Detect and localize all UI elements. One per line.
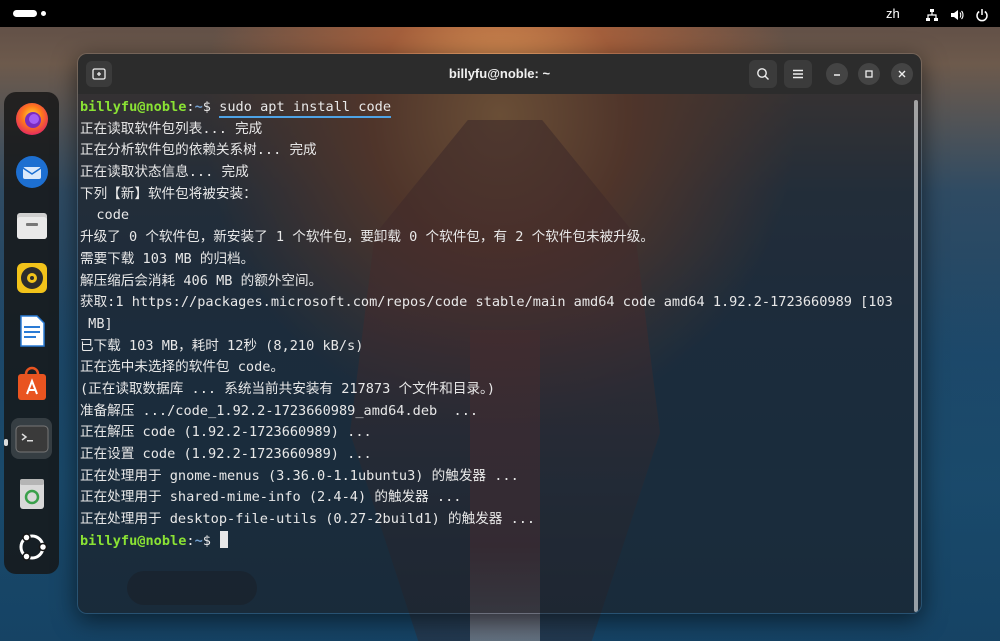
output-line: 正在分析软件包的依赖关系树... 完成	[80, 142, 317, 159]
output-line: 正在处理用于 shared-mime-info (2.4-4) 的触发器 ...	[80, 489, 462, 506]
top-bar: zh	[0, 0, 1000, 27]
prompt-symbol: $	[202, 99, 220, 115]
close-button[interactable]	[891, 63, 913, 85]
files-launcher[interactable]	[11, 204, 52, 245]
firefox-launcher[interactable]	[11, 98, 52, 139]
dock	[4, 92, 59, 574]
trash-icon	[19, 478, 44, 509]
thunderbird-launcher[interactable]	[11, 151, 52, 192]
writer-launcher[interactable]	[11, 310, 52, 351]
power-icon[interactable]	[975, 7, 989, 22]
writer-icon	[19, 314, 45, 347]
prompt-user: billyfu@noble	[80, 99, 187, 115]
ubuntu-icon	[19, 532, 47, 561]
maximize-button[interactable]	[858, 63, 880, 85]
maximize-icon	[865, 70, 873, 78]
output-line: 升级了 0 个软件包，新安装了 1 个软件包，要卸载 0 个软件包，有 2 个软…	[80, 229, 654, 246]
search-icon	[757, 68, 769, 80]
output-line: 解压缩后会消耗 406 MB 的额外空间。	[80, 272, 323, 289]
show-apps-button[interactable]	[11, 526, 52, 567]
typed-command: sudo apt install code	[219, 99, 392, 118]
output-line: (正在读取数据库 ... 系统当前共安装有 217873 个文件和目录。)	[80, 380, 496, 397]
output-line: 需要下载 103 MB 的归档。	[80, 250, 255, 267]
output-line: 正在读取状态信息... 完成	[80, 164, 249, 181]
output-line: 正在处理用于 gnome-menus (3.36.0-1.1ubuntu3) 的…	[80, 467, 519, 484]
prompt-separator: :	[186, 99, 195, 115]
output-line: 获取:1 https://packages.microsoft.com/repo…	[80, 294, 893, 311]
scrollbar[interactable]	[914, 100, 918, 612]
thunderbird-icon	[15, 155, 48, 188]
output-line: 正在处理用于 desktop-file-utils (0.27-2build1)…	[80, 511, 536, 528]
prompt-path: ~	[194, 99, 203, 115]
app-center-launcher[interactable]	[11, 363, 52, 404]
search-button[interactable]	[749, 60, 777, 88]
output-line: 下列【新】软件包将被安装：	[80, 185, 257, 202]
output-line: 正在读取软件包列表... 完成	[80, 120, 263, 137]
input-method-indicator[interactable]: zh	[886, 6, 900, 21]
terminal-window[interactable]: billyfu@noble: ~ billyfu@noble:~$ sudo a…	[77, 53, 922, 614]
firefox-icon	[15, 102, 48, 135]
rhythmbox-launcher[interactable]	[11, 257, 52, 298]
output-line: MB]	[80, 315, 113, 332]
prompt-path: ~	[194, 532, 203, 549]
minimize-icon	[834, 74, 840, 76]
output-line: 已下载 103 MB，耗时 12秒 (8,210 kB/s)	[80, 337, 364, 354]
workspace-indicator[interactable]	[41, 11, 46, 16]
network-icon[interactable]	[925, 7, 939, 21]
menu-button[interactable]	[784, 60, 812, 88]
output-line: 正在解压 code (1.92.2-1723660989) ...	[80, 424, 372, 441]
prompt-symbol: $	[202, 532, 220, 549]
files-icon	[16, 212, 47, 239]
volume-icon[interactable]	[950, 7, 964, 21]
hamburger-icon	[793, 69, 803, 79]
close-icon	[898, 70, 906, 78]
terminal-launcher[interactable]	[11, 418, 52, 459]
prompt-user: billyfu@noble	[80, 532, 187, 549]
prompt-separator: :	[186, 532, 195, 549]
app-center-icon	[17, 366, 46, 400]
terminal-output[interactable]: billyfu@noble:~$ sudo apt install code 正…	[78, 94, 921, 613]
prompt-line[interactable]: billyfu@noble:~$	[80, 530, 921, 553]
running-indicator	[4, 439, 8, 446]
activities-button[interactable]	[13, 10, 37, 17]
window-titlebar[interactable]: billyfu@noble: ~	[78, 54, 921, 94]
command-line: billyfu@noble:~$ sudo apt install code	[80, 97, 921, 119]
output-line: 准备解压 .../code_1.92.2-1723660989_amd64.de…	[80, 402, 479, 419]
output-line: code	[80, 207, 130, 224]
text-cursor	[220, 530, 229, 548]
output-line: 正在选中未选择的软件包 code。	[80, 359, 285, 376]
rhythmbox-icon	[16, 262, 47, 293]
terminal-icon	[15, 425, 48, 452]
trash-launcher[interactable]	[11, 473, 52, 514]
output-line: 正在设置 code (1.92.2-1723660989) ...	[80, 446, 372, 462]
minimize-button[interactable]	[826, 63, 848, 85]
